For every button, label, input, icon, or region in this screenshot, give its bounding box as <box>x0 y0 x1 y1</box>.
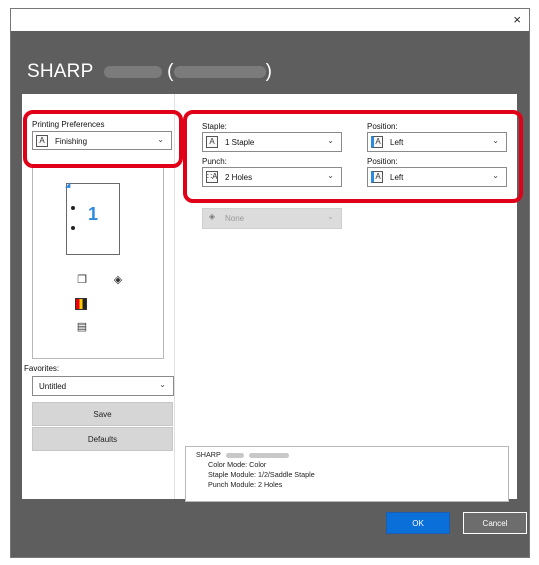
paren-open: ( <box>167 61 174 82</box>
preview-page: ◢ 1 <box>65 182 120 255</box>
favorites-dropdown[interactable]: Untitled ⌄ <box>32 376 174 396</box>
paper-icon: ▤ <box>76 321 88 333</box>
staple-mark-icon: ◢ <box>65 182 71 189</box>
redacted-model-name <box>103 65 162 78</box>
info-printer-name: SHARP <box>196 450 289 459</box>
redacted-model <box>225 452 244 458</box>
highlight-printing-preferences <box>23 110 183 168</box>
close-icon[interactable]: × <box>513 12 521 27</box>
redacted-serial <box>173 65 266 78</box>
chevron-down-icon: ⌄ <box>327 212 334 221</box>
info-punch-module: Punch Module: 2 Holes <box>208 480 283 489</box>
brand-name: SHARP <box>27 61 94 82</box>
cancel-button[interactable]: Cancel <box>463 512 527 534</box>
preview-page-number: 1 <box>87 204 98 224</box>
ok-button[interactable]: OK <box>386 512 450 534</box>
stack-icon: ◈ <box>113 274 123 286</box>
paren-close: ) <box>265 61 273 82</box>
highlight-finishing-settings <box>183 110 523 203</box>
print-preview: ◢ 1 ❐ ◈ ▤ <box>32 164 164 359</box>
chevron-down-icon: ⌄ <box>159 380 166 389</box>
tray-icon: ◈ <box>208 212 216 221</box>
title-bar: × <box>11 9 529 31</box>
printer-info-panel: SHARP Color Mode: Color Staple Module: 1… <box>185 446 509 502</box>
defaults-button[interactable]: Defaults <box>32 427 173 451</box>
output-tray-dropdown: ◈ None ⌄ <box>202 208 342 229</box>
save-button[interactable]: Save <box>32 402 173 426</box>
output-tray-value: None <box>225 214 245 223</box>
favorites-value: Untitled <box>39 382 67 391</box>
info-brand: SHARP <box>196 450 221 459</box>
color-mode-icon <box>75 298 87 310</box>
printer-header: SHARP () <box>27 61 272 83</box>
favorites-label: Favorites: <box>24 364 60 373</box>
copies-icon: ❐ <box>77 274 87 286</box>
info-staple-module: Staple Module: 1/2/Saddle Staple <box>208 470 315 479</box>
info-color-mode: Color Mode: Color <box>208 460 267 469</box>
punch-hole-icon <box>71 226 75 230</box>
redacted-serial <box>248 452 289 458</box>
